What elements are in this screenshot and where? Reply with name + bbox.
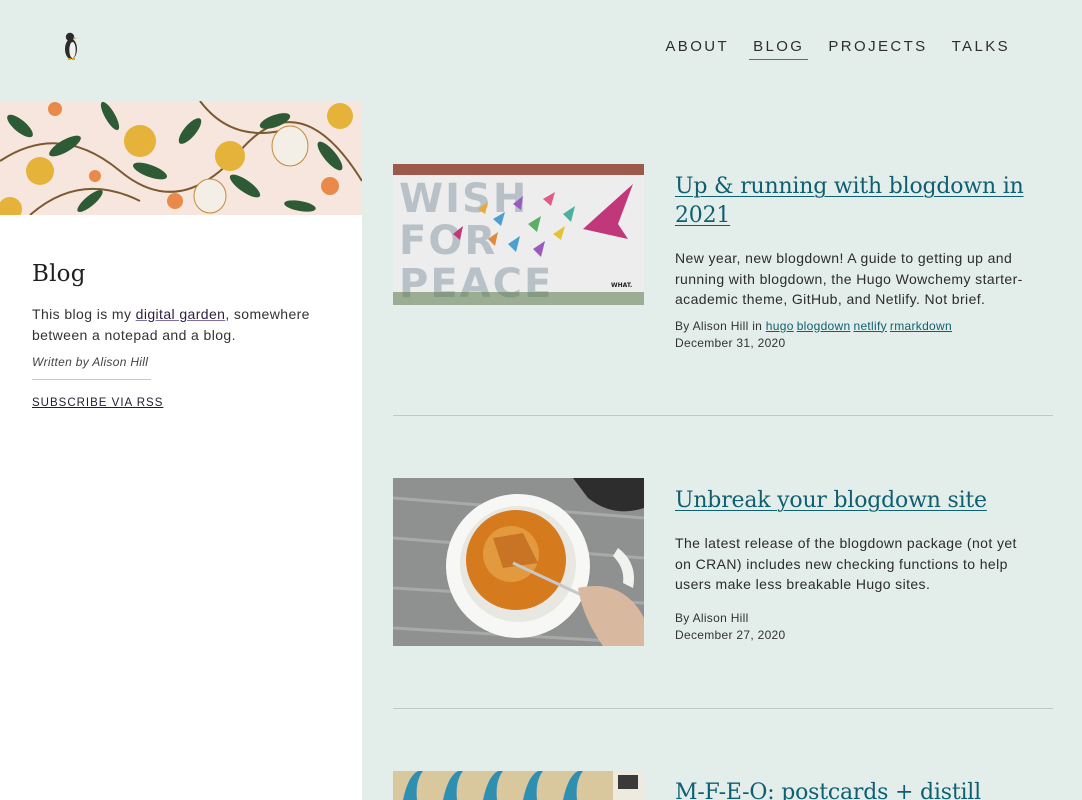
post-summary: New year, new blogdown! A guide to getti… (675, 250, 1023, 307)
post-thumbnail-creme-brulee[interactable] (393, 478, 644, 646)
post-body: Up & running with blogdown in 2021 New y… (675, 172, 1035, 352)
sidebar-author: Written by Alison Hill (32, 355, 149, 369)
post-byline: By Alison Hill (675, 610, 749, 625)
post-divider (393, 415, 1053, 416)
sidebar-description: This blog is my digital garden, somewher… (32, 304, 332, 345)
desc-text-before: This blog is my (32, 306, 136, 322)
sidebar-content: Blog This blog is my digital garden, som… (32, 261, 332, 411)
tag-rmarkdown[interactable]: rmarkdown (890, 319, 952, 333)
post-title-link[interactable]: M-F-E-O: postcards + distill (675, 778, 1035, 800)
post-summary: The latest release of the blogdown packa… (675, 535, 1017, 592)
floral-banner-image (0, 101, 362, 215)
mural-text-for: FOR (399, 218, 497, 264)
post-date: December 31, 2020 (675, 335, 786, 350)
post-byline: By Alison Hill (675, 318, 749, 333)
post-in-word: in (748, 318, 766, 333)
post-body: M-F-E-O: postcards + distill (675, 778, 1035, 800)
post-meta: By Alison Hill in hugo blogdown netlify rma… (675, 318, 1035, 335)
tag-hugo[interactable]: hugo (766, 319, 794, 333)
nav-blog[interactable]: BLOG (749, 38, 809, 60)
post-title-link[interactable]: Up & running with blogdown in 2021 (675, 172, 1035, 230)
sidebar-divider (32, 379, 151, 380)
mural-text-wish: WISH (399, 176, 528, 222)
nav-projects[interactable]: PROJECTS (824, 38, 931, 60)
nav-about[interactable]: ABOUT (661, 38, 733, 60)
subscribe-rss-link[interactable]: SUBSCRIBE VIA RSS (32, 397, 163, 409)
post-body: Unbreak your blogdown site The latest re… (675, 486, 1035, 644)
post-thumbnail-postcards[interactable] (393, 771, 644, 800)
sidebar: Blog This blog is my digital garden, som… (0, 101, 362, 800)
page-title: Blog (32, 261, 86, 287)
penguin-logo-icon[interactable] (60, 30, 82, 62)
mural-sign-what: WHAT. (611, 282, 632, 289)
main-nav: ABOUT BLOG PROJECTS TALKS (645, 38, 1014, 60)
post-thumbnail-wish-for-peace[interactable]: WISH FOR PEACE WHAT. (393, 164, 644, 305)
post-date: December 27, 2020 (675, 627, 786, 642)
digital-garden-link[interactable]: digital garden (136, 306, 226, 322)
post-divider (393, 708, 1053, 709)
post-title-link[interactable]: Unbreak your blogdown site (675, 486, 1035, 515)
tag-netlify[interactable]: netlify (853, 319, 886, 333)
nav-talks[interactable]: TALKS (948, 38, 1014, 60)
tag-blogdown[interactable]: blogdown (797, 319, 851, 333)
site-header: ABOUT BLOG PROJECTS TALKS (0, 0, 1082, 101)
